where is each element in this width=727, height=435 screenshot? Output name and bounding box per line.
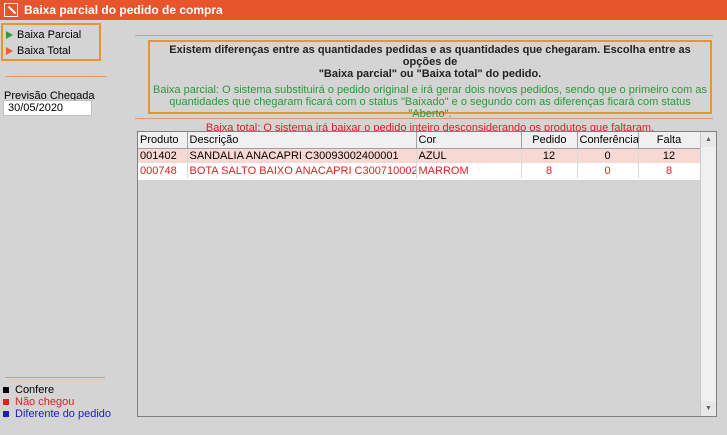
sidebar-divider-bottom [5,377,105,378]
cell-produto: 001402 [138,148,188,163]
window-title: Baixa parcial do pedido de compra [24,3,223,17]
info-title-line1: Existem diferenças entre as quantidades … [169,44,691,68]
cell-produto: 000748 [138,163,188,178]
grid-body: Produto Descrição Cor Pedido Conferência… [138,132,700,416]
cell-cor: MARROM [416,163,522,178]
sidebar-divider-top [5,76,107,77]
header-produto[interactable]: Produto [138,132,188,149]
sidebar: Baixa Parcial Baixa Total Previsão Chega… [0,20,113,435]
play-orange-icon [6,47,13,55]
grid-empty-area [138,180,700,416]
blue-square-icon [3,411,9,417]
cell-falta: 8 [638,163,700,178]
products-table: Produto Descrição Cor Pedido Conferência… [138,132,700,178]
previsao-field[interactable] [3,100,92,116]
cell-pedido: 12 [521,148,578,163]
legend-label: Diferente do pedido [15,408,112,420]
legend-label: Não chegou [15,396,75,408]
info-title-line2: "Baixa parcial" ou "Baixa total" do pedi… [318,68,542,80]
header-conferencia[interactable]: Conferência [577,132,639,149]
products-grid[interactable]: Produto Descrição Cor Pedido Conferência… [137,131,717,417]
scroll-down-icon[interactable]: ▼ [701,401,716,416]
scroll-up-icon[interactable]: ▲ [701,132,716,147]
table-row[interactable]: 001402 SANDALIA ANACAPRI C30093002400001… [138,148,700,163]
cell-descricao: SANDALIA ANACAPRI C30093002400001 [187,148,417,163]
black-square-icon [3,387,9,393]
cell-pedido: 8 [521,163,578,178]
info-divider-top [135,35,713,36]
cell-descricao: BOTA SALTO BAIXO ANACAPRI C3007100020001 [187,163,417,178]
header-falta[interactable]: Falta [638,132,700,149]
cell-conferencia: 0 [577,163,639,178]
play-green-icon [6,31,13,39]
red-square-icon [3,399,9,405]
vertical-scrollbar[interactable]: ▲ ▼ [700,132,716,416]
table-row[interactable]: 000748 BOTA SALTO BAIXO ANACAPRI C300710… [138,163,700,178]
info-panel: Existem diferenças entre as quantidades … [148,40,712,134]
cell-cor: AZUL [416,148,522,163]
baixa-total-label: Baixa Total [17,45,71,57]
info-partial-line2: quantidades que chegaram ficará com o st… [169,96,691,120]
legend-item-nao-chegou: Não chegou [3,396,111,408]
cell-falta: 12 [638,148,700,163]
main-area: Existem diferenças entre as quantidades … [113,20,727,435]
baixa-parcial-action[interactable]: Baixa Parcial [6,27,96,43]
legend-item-diferente: Diferente do pedido [3,408,111,420]
actions-panel: Baixa Parcial Baixa Total [1,23,101,61]
table-header-row: Produto Descrição Cor Pedido Conferência… [138,132,700,149]
cell-conferencia: 0 [577,148,639,163]
header-pedido[interactable]: Pedido [521,132,578,149]
info-divider-bottom [135,118,713,119]
info-partial-line1: Baixa parcial: O sistema substituirá o p… [153,84,707,96]
baixa-parcial-label: Baixa Parcial [17,29,82,41]
header-descricao[interactable]: Descrição [187,132,417,149]
baixa-total-action[interactable]: Baixa Total [6,43,96,59]
title-bar: Baixa parcial do pedido de compra [0,0,727,20]
app-icon [4,3,18,17]
legend: Confere Não chegou Diferente do pedido [3,384,111,420]
legend-label: Confere [15,384,55,396]
legend-item-confere: Confere [3,384,111,396]
header-cor[interactable]: Cor [416,132,522,149]
